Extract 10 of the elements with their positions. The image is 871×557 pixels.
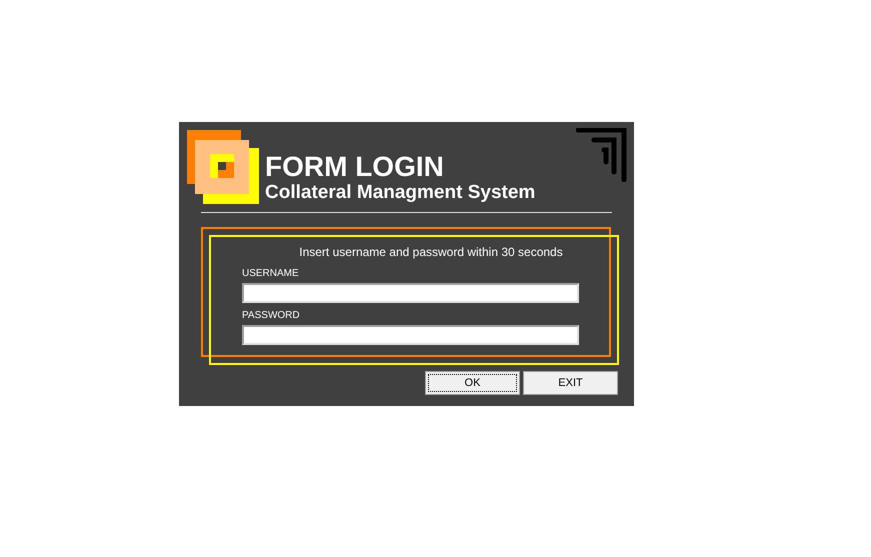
form-title: FORM LOGIN [265,152,445,182]
input-field[interactable] [242,283,579,303]
field-label: PASSWORD [242,310,301,322]
form-subtitle: Collateral Managment System [265,182,536,204]
instruction-text: Insert username and password within 30 seconds [298,244,563,261]
input-field[interactable] [242,325,579,345]
field-label: USERNAME [242,268,300,280]
logo-icon [187,130,259,206]
dialog-button[interactable]: OK [425,371,520,395]
dialog-button[interactable]: EXIT [523,371,618,395]
